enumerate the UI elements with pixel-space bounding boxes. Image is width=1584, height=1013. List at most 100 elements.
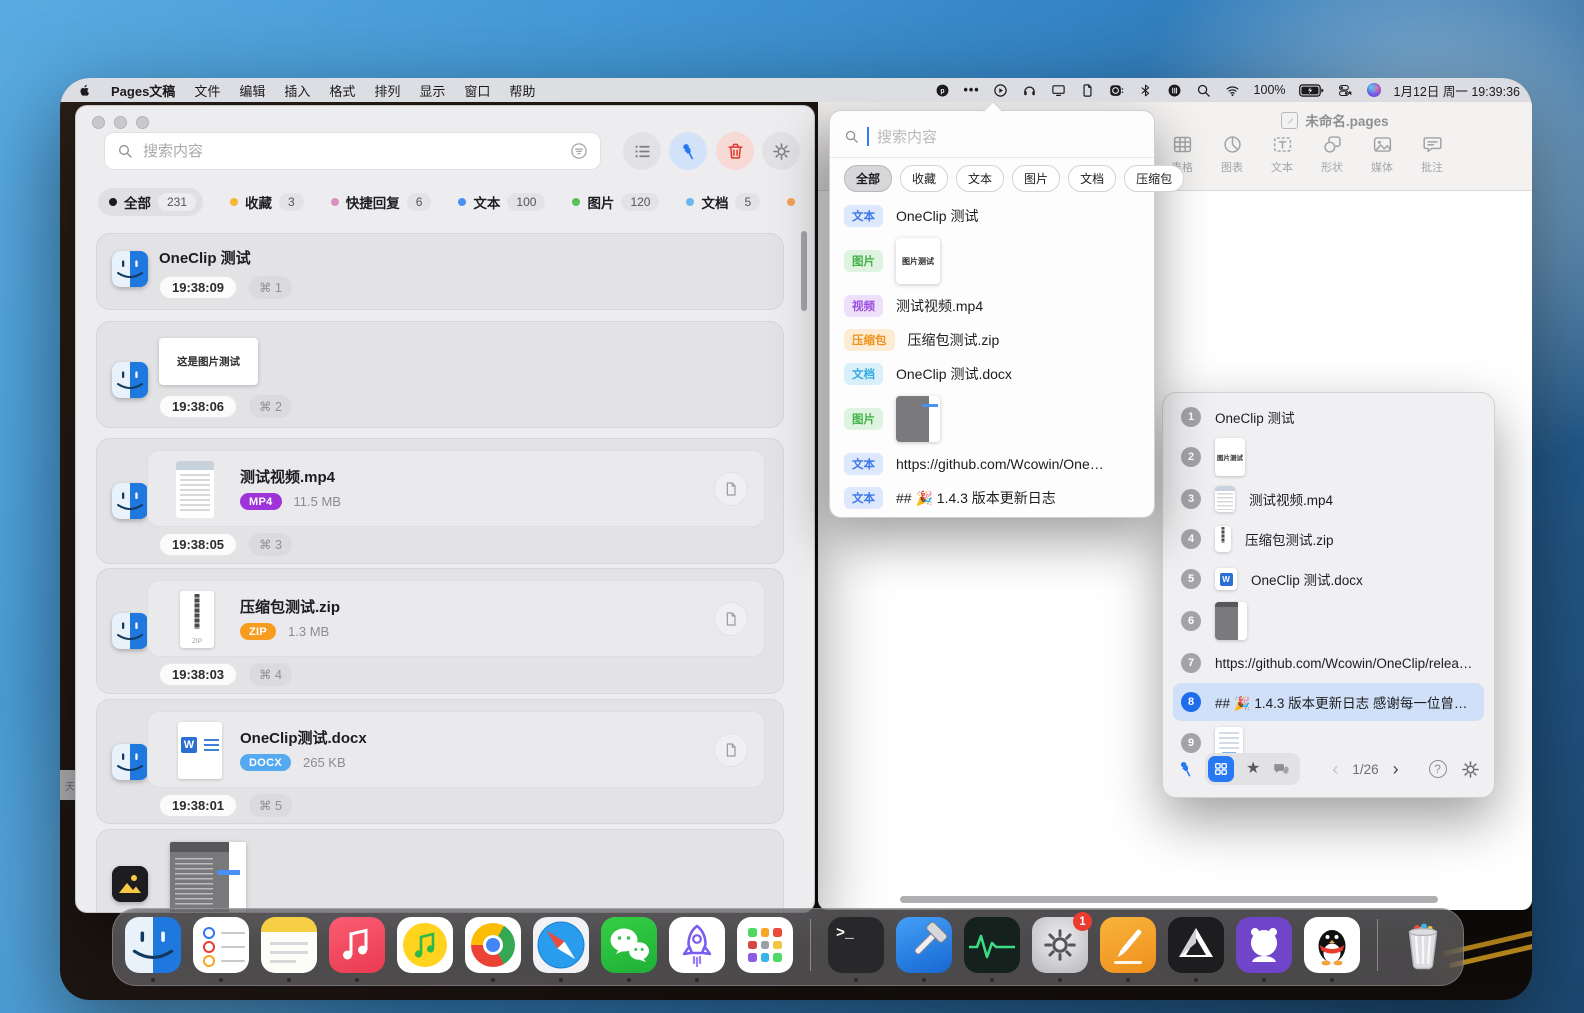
clipboard-card-screenshot[interactable] bbox=[96, 829, 784, 913]
dock-qq-music[interactable] bbox=[397, 917, 453, 973]
clipboard-card-docx[interactable]: W OneClip测试.docx DOCX 265 KB 19:38:01 ⌘ … bbox=[96, 699, 784, 824]
dock-rocket-launcher[interactable] bbox=[669, 917, 725, 973]
popover-item[interactable]: 文本## 🎉 1.4.3 版本更新日志 bbox=[844, 481, 1148, 515]
quick-item-1[interactable]: 1OneClip 测试 bbox=[1173, 399, 1484, 435]
search-input[interactable] bbox=[141, 142, 562, 161]
dock-terminal[interactable]: >_ bbox=[828, 917, 884, 973]
dock-trash[interactable] bbox=[1395, 917, 1451, 973]
pages-tool-shape[interactable]: 形状 bbox=[1315, 134, 1349, 175]
spotlight-icon[interactable] bbox=[1196, 82, 1212, 98]
horizontal-scrollbar[interactable] bbox=[900, 896, 1438, 903]
pin-icon[interactable] bbox=[1177, 760, 1195, 778]
grid-view-button[interactable] bbox=[1208, 756, 1234, 782]
p-circle-icon[interactable] bbox=[935, 82, 951, 98]
vertical-scrollbar[interactable] bbox=[801, 231, 807, 311]
dock-safari[interactable] bbox=[533, 917, 589, 973]
dock-qq[interactable] bbox=[1304, 917, 1360, 973]
quick-reply-button[interactable] bbox=[1272, 760, 1290, 778]
gear-icon[interactable] bbox=[1461, 760, 1480, 779]
dock-music[interactable] bbox=[329, 917, 385, 973]
popover-item[interactable]: 图片图片测试 bbox=[844, 233, 1148, 289]
dock-chrome[interactable] bbox=[465, 917, 521, 973]
parallels-icon[interactable] bbox=[1167, 82, 1183, 98]
pages-tool-comment[interactable]: 批注 bbox=[1415, 134, 1449, 175]
dock-wechat[interactable] bbox=[601, 917, 657, 973]
popover-item[interactable]: 文本OneClip 测试 bbox=[844, 199, 1148, 233]
control-center-icon[interactable] bbox=[1338, 82, 1354, 98]
popover-item[interactable]: 文本https://github.com/Wcowin/OneClip/r… bbox=[844, 447, 1148, 481]
quick-item-6[interactable]: 6 bbox=[1173, 599, 1484, 643]
quick-item-7[interactable]: 7https://github.com/Wcowin/OneClip/relea… bbox=[1173, 643, 1484, 683]
next-page-icon[interactable]: › bbox=[1393, 759, 1399, 780]
open-file-button[interactable] bbox=[714, 602, 748, 636]
help-button[interactable]: ? bbox=[1429, 760, 1447, 778]
dock-launchpad[interactable] bbox=[737, 917, 793, 973]
popover-item[interactable]: 视频测试视频.mp4 bbox=[844, 289, 1148, 323]
clipboard-card-text[interactable]: OneClip 测试 19:38:09 ⌘ 1 bbox=[96, 233, 784, 310]
filter-chip-image[interactable]: 图片120 bbox=[572, 192, 659, 212]
dock-activity-monitor[interactable] bbox=[964, 917, 1020, 973]
dock-finder[interactable] bbox=[125, 917, 181, 973]
menu-app-name[interactable]: Pages文稿 bbox=[111, 81, 175, 100]
zoom-button[interactable] bbox=[136, 116, 149, 129]
pages-tool-chart[interactable]: 图表 bbox=[1215, 134, 1249, 175]
filter-chip-quick-reply[interactable]: 快捷回复6 bbox=[331, 192, 432, 212]
open-file-button[interactable] bbox=[714, 472, 748, 506]
dock-unity[interactable] bbox=[1168, 917, 1224, 973]
dock-github-desktop[interactable] bbox=[1236, 917, 1292, 973]
filter-chip-text[interactable]: 文本100 bbox=[458, 192, 545, 212]
menu-item-view[interactable]: 显示 bbox=[419, 81, 445, 100]
popover-item[interactable]: 压缩包压缩包测试.zip bbox=[844, 323, 1148, 357]
headphones-icon[interactable] bbox=[1022, 82, 1038, 98]
wifi-icon[interactable] bbox=[1225, 82, 1241, 98]
favorites-button[interactable]: ★ bbox=[1246, 761, 1260, 777]
open-file-button[interactable] bbox=[714, 733, 748, 767]
chip-archive[interactable]: 压缩包 bbox=[1124, 165, 1184, 192]
siri-icon[interactable] bbox=[1367, 83, 1381, 97]
display-icon[interactable] bbox=[1051, 82, 1067, 98]
dock-pages[interactable] bbox=[1100, 917, 1156, 973]
filter-chip-all[interactable]: 全部231 bbox=[98, 188, 203, 216]
bluetooth-icon[interactable] bbox=[1138, 82, 1154, 98]
clear-all-button[interactable] bbox=[716, 132, 754, 170]
ellipsis-icon[interactable]: ••• bbox=[964, 82, 980, 98]
dock-xcode[interactable] bbox=[896, 917, 952, 973]
quick-item-2[interactable]: 2图片测试 bbox=[1173, 435, 1484, 479]
popover-item[interactable]: 文档OneClip 测试.docx bbox=[844, 357, 1148, 391]
menu-item-help[interactable]: 帮助 bbox=[509, 81, 535, 100]
chip-favorites[interactable]: 收藏 bbox=[900, 165, 948, 192]
close-button[interactable] bbox=[92, 116, 105, 129]
prev-page-icon[interactable]: ‹ bbox=[1332, 759, 1338, 780]
filter-chip-document[interactable]: 文档5 bbox=[686, 192, 760, 212]
filter-icon[interactable] bbox=[570, 142, 588, 160]
dock-reminders[interactable] bbox=[193, 917, 249, 973]
chip-document[interactable]: 文档 bbox=[1068, 165, 1116, 192]
chip-image[interactable]: 图片 bbox=[1012, 165, 1060, 192]
chip-all[interactable]: 全部 bbox=[844, 165, 892, 192]
settings-button[interactable] bbox=[762, 132, 800, 170]
filter-chip-partial[interactable] bbox=[787, 198, 791, 206]
quick-item-8-selected[interactable]: 8## 🎉 1.4.3 版本更新日志 感谢每一位曾经和未… bbox=[1173, 683, 1484, 721]
menu-item-insert[interactable]: 插入 bbox=[284, 81, 310, 100]
clipboard-card-video[interactable]: 测试视频.mp4 MP4 11.5 MB 19:38:05 ⌘ 3 bbox=[96, 438, 784, 564]
apple-menu-icon[interactable] bbox=[76, 82, 92, 98]
oneclip-menubar-icon[interactable] bbox=[1080, 82, 1096, 98]
quick-item-5[interactable]: 5WOneClip 测试.docx bbox=[1173, 559, 1484, 599]
pin-window-button[interactable] bbox=[669, 132, 707, 170]
menu-bar-clock[interactable]: 1月12日 周一 19:39:36 bbox=[1394, 81, 1520, 100]
dock-notes[interactable] bbox=[261, 917, 317, 973]
pages-tool-text[interactable]: 文本 bbox=[1265, 134, 1299, 175]
pages-tool-media[interactable]: 媒体 bbox=[1365, 134, 1399, 175]
menu-item-file[interactable]: 文件 bbox=[194, 81, 220, 100]
popover-search[interactable]: 搜索内容 bbox=[844, 119, 1140, 153]
menu-item-format[interactable]: 格式 bbox=[329, 81, 355, 100]
record-icon[interactable] bbox=[1109, 82, 1125, 98]
menu-item-arrange[interactable]: 排列 bbox=[374, 81, 400, 100]
battery-icon[interactable] bbox=[1299, 82, 1325, 98]
chip-text[interactable]: 文本 bbox=[956, 165, 1004, 192]
menu-item-window[interactable]: 窗口 bbox=[464, 81, 490, 100]
quick-item-4[interactable]: 4压缩包测试.zip bbox=[1173, 519, 1484, 559]
menu-item-edit[interactable]: 编辑 bbox=[239, 81, 265, 100]
quick-item-3[interactable]: 3测试视频.mp4 bbox=[1173, 479, 1484, 519]
popover-item[interactable]: 图片 bbox=[844, 391, 1148, 447]
